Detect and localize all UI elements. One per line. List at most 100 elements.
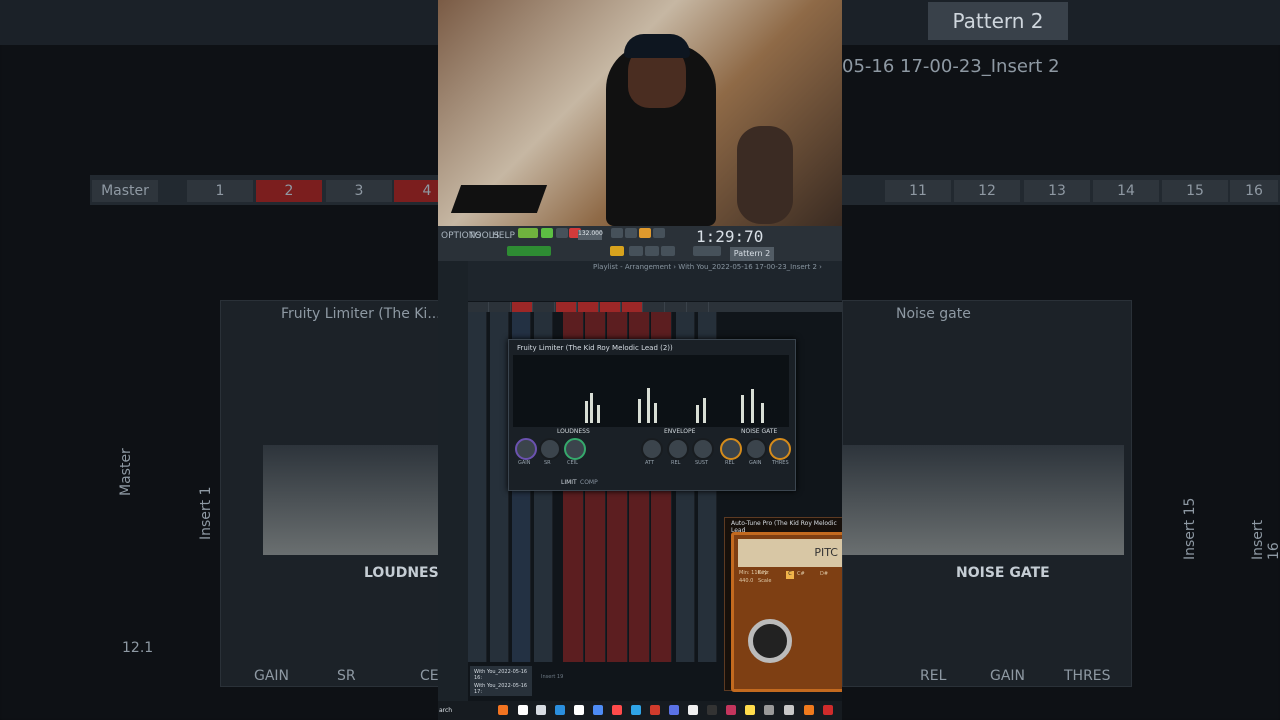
pattern-song-toggle[interactable]: [518, 228, 538, 238]
background-insert-1-vertical-label: Insert 1: [198, 486, 214, 540]
background-noise-gate-title: Noise gate: [896, 306, 971, 322]
pattern-selector[interactable]: Pattern 2: [730, 247, 774, 261]
noise-gate-threshold-knob[interactable]: [769, 438, 791, 460]
limiter-gain-knob[interactable]: [515, 438, 537, 460]
background-track-11-tile[interactable]: 11: [885, 180, 951, 202]
mixer-master-tile[interactable]: [468, 302, 489, 312]
autotune-key-c[interactable]: C: [786, 571, 794, 579]
mixer-track-5[interactable]: [578, 302, 599, 312]
settings-icon[interactable]: [764, 705, 774, 715]
line-mode-selector[interactable]: [693, 246, 721, 256]
edge-icon[interactable]: [555, 705, 565, 715]
background-thres-label: THRES: [1064, 668, 1111, 684]
fl-studio-taskbar-icon[interactable]: [804, 705, 814, 715]
fl-studio-icon[interactable]: [498, 705, 508, 715]
menu-help[interactable]: HELP: [492, 231, 515, 241]
main-volume-slider[interactable]: [507, 246, 551, 256]
comp-button[interactable]: COMP: [580, 479, 598, 486]
mixer-track-3[interactable]: [534, 302, 555, 312]
background-pattern-selector[interactable]: Pattern 2: [928, 2, 1068, 40]
piano-roll-icon[interactable]: [661, 246, 675, 256]
fruity-limiter-window[interactable]: Fruity Limiter (The Kid Roy Melodic Lead…: [508, 339, 796, 491]
background-master-vertical-label: Master: [118, 448, 134, 496]
background-track-3-tile[interactable]: 3: [326, 180, 392, 202]
limiter-ceiling-knob[interactable]: [564, 438, 586, 460]
mixer-track-7[interactable]: [622, 302, 643, 312]
limiter-sr-knob[interactable]: [539, 438, 561, 460]
mixer-track-10[interactable]: [688, 302, 709, 312]
metronome-icon[interactable]: [611, 228, 623, 238]
tempo-display[interactable]: 132.000: [578, 230, 603, 240]
noise-gate-release-label: REL: [725, 460, 735, 466]
background-rel-label: REL: [920, 668, 947, 684]
search-icon[interactable]: [518, 705, 528, 715]
mixer-channel-master[interactable]: [468, 312, 487, 662]
background-insert-16-vertical-label: Insert 16: [1250, 519, 1280, 560]
recorder-icon[interactable]: [823, 705, 833, 715]
gallery-icon[interactable]: [784, 705, 794, 715]
background-track-14-tile[interactable]: 14: [1093, 180, 1159, 202]
adobe-icon[interactable]: [612, 705, 622, 715]
mixer-track-2[interactable]: [512, 302, 533, 312]
media-icon[interactable]: [650, 705, 660, 715]
mixer-track-8[interactable]: [644, 302, 665, 312]
background-track-15-tile[interactable]: 15: [1162, 180, 1228, 202]
snap-icon[interactable]: [610, 246, 624, 256]
chat-icon[interactable]: [631, 705, 641, 715]
mixer-track-6[interactable]: [600, 302, 621, 312]
autotune-key-d-sharp[interactable]: D#: [820, 571, 828, 577]
background-limiter-title: Fruity Limiter (The Ki...: [281, 306, 441, 322]
limiter-release-knob[interactable]: [667, 438, 689, 460]
wave-peak: [647, 388, 650, 423]
limiter-attack-knob[interactable]: [641, 438, 663, 460]
limiter-sustain-label: SUST: [695, 460, 709, 466]
wait-icon[interactable]: [625, 228, 637, 238]
transport-toolbar: OPTIONS TOOLS HELP 132.000: [438, 226, 842, 244]
terminal-icon[interactable]: [707, 705, 717, 715]
loop-icon[interactable]: [653, 228, 665, 238]
record-mode-icon[interactable]: [639, 228, 651, 238]
background-master-tile[interactable]: Master: [92, 180, 158, 202]
autotune-panel: PITC Min: 110 Hz 440.0 Key Scale C C# D#: [731, 532, 842, 692]
wave-peak: [741, 395, 744, 423]
autotune-key-c-sharp[interactable]: C#: [797, 571, 805, 577]
noise-gate-gain-knob[interactable]: [745, 438, 767, 460]
cap-icon: [624, 34, 690, 58]
taskbar-search-box[interactable]: arch: [439, 707, 452, 714]
background-gain-right-label: GAIN: [990, 668, 1026, 684]
autotune-pro-window[interactable]: Auto-Tune Pro (The Kid Roy Melodic Lead …: [724, 517, 842, 692]
limiter-sustain-knob[interactable]: [692, 438, 714, 460]
background-track-2-tile[interactable]: 2: [256, 180, 322, 202]
autotune-frequency: 440.0: [739, 578, 754, 584]
background-waveform-right: [842, 445, 1124, 555]
mixer-track-9[interactable]: [666, 302, 687, 312]
mixer-track-1[interactable]: [490, 302, 511, 312]
playlist-icon[interactable]: [645, 246, 659, 256]
background-track-13-tile[interactable]: 13: [1024, 180, 1090, 202]
discord-icon[interactable]: [669, 705, 679, 715]
play-icon[interactable]: [541, 228, 553, 238]
background-track-16-tile[interactable]: 16: [1230, 180, 1278, 202]
music-icon[interactable]: [726, 705, 736, 715]
browser-icon[interactable]: [629, 246, 643, 256]
wave-peak: [585, 401, 588, 423]
background-track-1-tile[interactable]: 1: [187, 180, 253, 202]
autotune-screen: PITC: [738, 539, 842, 567]
limiter-section-labels: LOUDNESS ENVELOPE NOISE GATE: [519, 428, 789, 438]
task-view-icon[interactable]: [536, 705, 546, 715]
store-icon[interactable]: [574, 705, 584, 715]
autotune-retune-speed-knob[interactable]: [748, 619, 792, 663]
editor-icon[interactable]: [688, 705, 698, 715]
keyboard-in-video: [450, 185, 548, 213]
bottom-file-item[interactable]: With You_2022-05-16 16:: [470, 666, 532, 682]
bottom-file-item[interactable]: With You_2022-05-16 17:: [470, 682, 532, 696]
mixer-channel-1[interactable]: [490, 312, 509, 662]
background-track-12-tile[interactable]: 12: [954, 180, 1020, 202]
mail-icon[interactable]: [593, 705, 603, 715]
limit-button[interactable]: LIMIT: [561, 479, 577, 486]
folder-icon[interactable]: [745, 705, 755, 715]
playlist-title: Playlist - Arrangement › With You_2022-0…: [593, 263, 822, 271]
mixer-track-4[interactable]: [556, 302, 577, 312]
noise-gate-release-knob[interactable]: [720, 438, 742, 460]
stop-icon[interactable]: [556, 228, 568, 238]
